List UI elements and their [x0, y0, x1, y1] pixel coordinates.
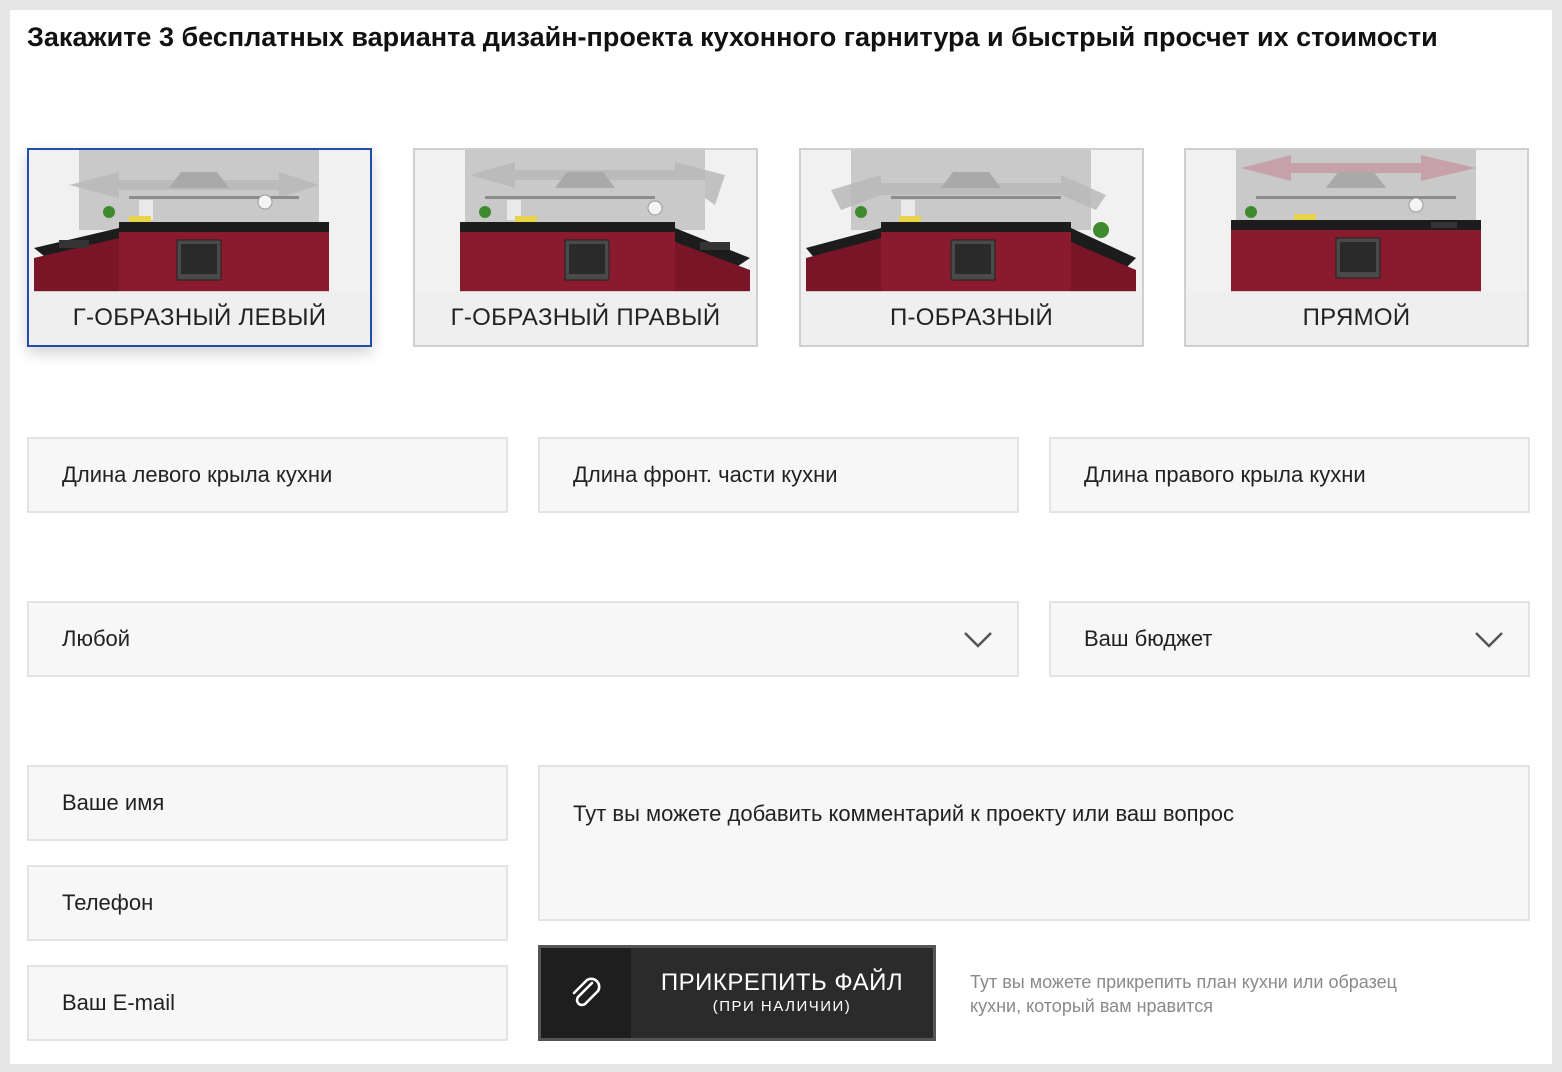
comment-textarea[interactable]: Тут вы можете добавить комментарий к про… — [538, 765, 1530, 921]
budget-select[interactable]: Ваш бюджет — [1049, 601, 1530, 677]
kitchen-type-label: Г-ОБРАЗНЫЙ ПРАВЫЙ — [415, 291, 756, 345]
kitchen-type-label: ПРЯМОЙ — [1186, 291, 1527, 345]
attach-icon-box — [541, 948, 631, 1038]
attach-hint: Тут вы можете прикрепить план кухни или … — [970, 972, 1397, 1016]
attach-file-button[interactable]: ПРИКРЕПИТЬ ФАЙЛ (ПРИ НАЛИЧИИ) — [538, 945, 936, 1041]
style-select-value: Любой — [62, 626, 131, 651]
left-wing-length-input[interactable]: Длина левого крыла кухни — [27, 437, 508, 513]
attach-text: ПРИКРЕПИТЬ ФАЙЛ (ПРИ НАЛИЧИИ) — [631, 948, 933, 1038]
front-length-placeholder: Длина фронт. части кухни — [573, 462, 838, 487]
kitchen-type-label: П-ОБРАЗНЫЙ — [801, 291, 1142, 345]
kitchen-type-card-l-right[interactable]: Г-ОБРАЗНЫЙ ПРАВЫЙ — [413, 148, 758, 347]
paperclip-icon — [572, 977, 601, 1007]
kitchen-type-card-l-left[interactable]: Г-ОБРАЗНЫЙ ЛЕВЫЙ — [27, 148, 372, 347]
name-placeholder: Ваше имя — [62, 790, 165, 815]
email-input[interactable]: Ваш E-mail — [27, 965, 508, 1041]
budget-select-value: Ваш бюджет — [1084, 626, 1213, 651]
attach-label: ПРИКРЕПИТЬ ФАЙЛ — [660, 969, 904, 996]
right-wing-length-placeholder: Длина правого крыла кухни — [1084, 462, 1366, 487]
kitchen-type-card-straight[interactable]: ПРЯМОЙ — [1184, 148, 1529, 347]
phone-input[interactable]: Телефон — [27, 865, 508, 941]
comment-placeholder: Тут вы можете добавить комментарий к про… — [573, 801, 1234, 826]
kitchen-type-card-u-shaped[interactable]: П-ОБРАЗНЫЙ — [799, 148, 1144, 347]
left-wing-length-placeholder: Длина левого крыла кухни — [62, 462, 333, 487]
right-wing-length-input[interactable]: Длина правого крыла кухни — [1049, 437, 1530, 513]
name-input[interactable]: Ваше имя — [27, 765, 508, 841]
attach-sublabel: (ПРИ НАЛИЧИИ) — [712, 998, 852, 1015]
front-length-input[interactable]: Длина фронт. части кухни — [538, 437, 1019, 513]
form-title: Закажите 3 бесплатных варианта дизайн-пр… — [27, 22, 1438, 52]
style-select[interactable]: Любой — [27, 601, 1019, 677]
email-placeholder: Ваш E-mail — [62, 990, 176, 1015]
chevron-down-icon — [1475, 632, 1503, 648]
phone-placeholder: Телефон — [62, 890, 154, 915]
chevron-down-icon — [964, 632, 992, 648]
kitchen-type-label: Г-ОБРАЗНЫЙ ЛЕВЫЙ — [29, 291, 370, 345]
